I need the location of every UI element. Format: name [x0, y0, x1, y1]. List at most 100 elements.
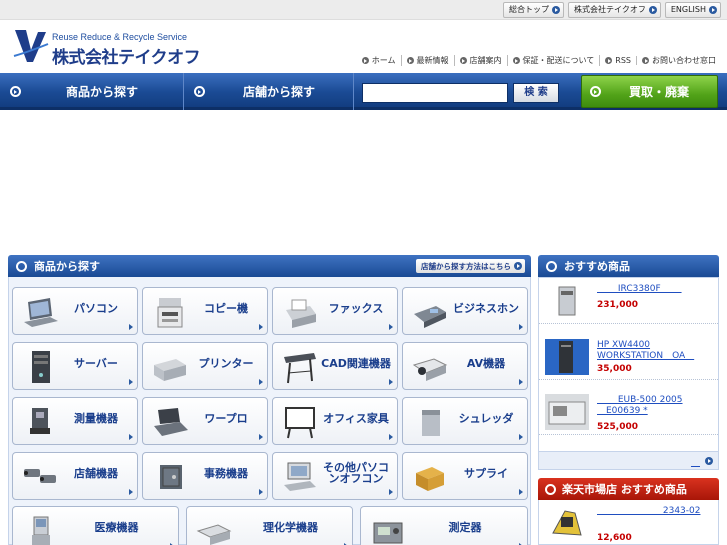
sub-nav-stores[interactable]: 店舗案内 — [455, 55, 508, 66]
category-tile-surveying[interactable]: 測量機器 — [12, 397, 138, 445]
category-label: 測量機器 — [74, 411, 118, 425]
page: 総合トップ 株式会社テイクオフ ENGLISH Reuse Reduce & R… — [0, 0, 727, 545]
category-label: シュレッダ — [458, 411, 514, 425]
recommended-more-link[interactable] — [691, 455, 700, 468]
arrow-circle-icon[interactable] — [705, 457, 713, 465]
category-tile-medical[interactable]: 医療機器 — [12, 506, 179, 545]
category-tile-other-pc[interactable]: その他パソコンオフコン — [272, 452, 398, 500]
arrow-icon — [389, 489, 393, 495]
buy-dispose-button[interactable]: 買取・廃棄 — [581, 75, 718, 108]
category-tile-pc[interactable]: パソコン — [12, 287, 138, 335]
shredder-icon — [422, 410, 440, 436]
rakuten-item[interactable]: 2343-02 12,600 — [539, 500, 718, 545]
recommended-more-bar — [539, 451, 718, 469]
measuring-instrument-icon — [373, 522, 403, 544]
product-name[interactable]: HP XW4400 WORKSTATION OA — [597, 340, 715, 362]
copier-icon — [157, 298, 183, 328]
category-tile-cad[interactable]: CAD関連機器 — [272, 342, 398, 390]
arrow-icon — [259, 379, 263, 385]
sub-nav-label: 店舗案内 — [469, 56, 502, 65]
sub-nav-warranty[interactable]: 保証・配送について — [508, 55, 601, 66]
business-phone-icon — [414, 306, 446, 328]
top-bar: 総合トップ 株式会社テイクオフ ENGLISH — [0, 0, 727, 20]
category-label: オフィス家具 — [323, 411, 389, 425]
category-tile-store-equipment[interactable]: 店舗機器 — [12, 452, 138, 500]
category-tile-lab[interactable]: 理化学機器 — [186, 506, 353, 545]
product-name[interactable]: 2343-02 — [597, 506, 715, 517]
rakuten-title: 楽天市場店 おすすめ商品 — [562, 483, 687, 496]
categories-header: 商品から探す 店舗から探す方法はこちら — [8, 255, 531, 277]
sub-nav-home[interactable]: ホーム — [357, 55, 402, 66]
product-image — [545, 505, 589, 541]
category-label: 事務機器 — [204, 466, 248, 480]
top-link-company[interactable]: 株式会社テイクオフ — [568, 2, 661, 18]
sub-nav-rss[interactable]: RSS — [600, 56, 637, 65]
product-price: 231,000 — [597, 300, 638, 310]
recommended-item[interactable]: HP XW4400 WORKSTATION OA 35,000 — [539, 334, 718, 380]
arrow-icon — [129, 379, 133, 385]
sub-nav: ホーム 最新情報 店舗案内 保証・配送について RSS お問い合わせ窓口 — [357, 55, 721, 66]
category-label: ビジネスホン — [453, 301, 519, 315]
category-tile-office-equipment[interactable]: 事務機器 — [142, 452, 268, 500]
category-tile-shredder[interactable]: シュレッダ — [402, 397, 528, 445]
category-label: プリンター — [198, 356, 254, 370]
category-tile-office-furniture[interactable]: オフィス家具 — [272, 397, 398, 445]
category-label: パソコン — [74, 301, 118, 315]
arrow-circle-icon — [406, 57, 414, 64]
howto-button[interactable]: 店舗から探す方法はこちら — [416, 259, 525, 273]
category-tile-printer[interactable]: プリンター — [142, 342, 268, 390]
arrow-circle-icon — [590, 86, 601, 97]
buy-dispose-label: 買取・廃棄 — [628, 85, 689, 99]
product-name[interactable]: EUB-500 2005 E00639 * — [597, 395, 715, 417]
sub-nav-label: 最新情報 — [416, 56, 449, 65]
category-label: コピー機 — [204, 301, 248, 315]
circle-icon — [545, 483, 556, 495]
recommended-item[interactable]: EUB-500 2005 E00639 * 525,000 — [539, 389, 718, 435]
laptop-icon — [24, 298, 58, 327]
category-label: サーバー — [74, 356, 118, 370]
medical-device-icon — [32, 516, 50, 545]
top-link-label: ENGLISH — [670, 5, 706, 14]
safe-icon — [160, 465, 182, 489]
category-label: その他パソコンオフコン — [323, 461, 389, 485]
category-tile-server[interactable]: サーバー — [12, 342, 138, 390]
arrow-circle-icon — [10, 86, 21, 97]
category-tile-av[interactable]: AV機器 — [402, 342, 528, 390]
nav-stores-button[interactable]: 店舗から探す — [184, 73, 354, 110]
top-link-english[interactable]: ENGLISH — [664, 2, 721, 18]
rakuten-list: 2343-02 12,600 — [538, 500, 719, 545]
category-tile-measuring[interactable]: 測定器 — [360, 506, 528, 545]
product-image — [545, 339, 589, 375]
sub-nav-label: ホーム — [371, 56, 396, 65]
category-tile-copier[interactable]: コピー機 — [142, 287, 268, 335]
arrow-circle-icon — [642, 57, 649, 64]
search-input[interactable] — [362, 83, 508, 103]
arrow-icon — [129, 324, 133, 330]
sub-nav-contact[interactable]: お問い合わせ窓口 — [637, 55, 721, 66]
arrow-icon — [389, 434, 393, 440]
recommended-header: おすすめ商品 — [538, 255, 719, 277]
desktop-pc-icon — [284, 462, 316, 491]
category-tile-word-processor[interactable]: ワープロ — [142, 397, 268, 445]
category-tile-fax[interactable]: ファックス — [272, 287, 398, 335]
product-name[interactable]: IRC3380F — [597, 284, 715, 295]
sub-nav-label: お問い合わせ窓口 — [652, 56, 716, 65]
sub-nav-news[interactable]: 最新情報 — [402, 55, 455, 66]
category-label: 店舗機器 — [74, 466, 118, 480]
recommended-item[interactable]: IRC3380F 231,000 — [539, 278, 718, 324]
category-label: CAD関連機器 — [321, 356, 391, 370]
circle-icon — [16, 260, 27, 272]
category-tile-supplies[interactable]: サプライ — [402, 452, 528, 500]
search-button[interactable]: 検 索 — [513, 83, 559, 103]
nav-products-button[interactable]: 商品から探す — [0, 73, 184, 110]
top-link-home[interactable]: 総合トップ — [503, 2, 564, 18]
surveying-instrument-icon — [30, 408, 50, 434]
projector-icon — [412, 358, 448, 381]
category-tile-business-phone[interactable]: ビジネスホン — [402, 287, 528, 335]
site-logo[interactable]: Reuse Reduce & Recycle Service 株式会社テイクオフ — [12, 26, 202, 68]
recommended-list: IRC3380F 231,000 HP XW4400 WORKSTATION O… — [538, 277, 719, 470]
arrow-circle-icon — [512, 57, 520, 64]
main-nav: 商品から探す 店舗から探す 検 索 買取・廃棄 — [0, 73, 727, 110]
arrow-circle-icon — [514, 262, 522, 270]
arrow-icon — [519, 434, 523, 440]
